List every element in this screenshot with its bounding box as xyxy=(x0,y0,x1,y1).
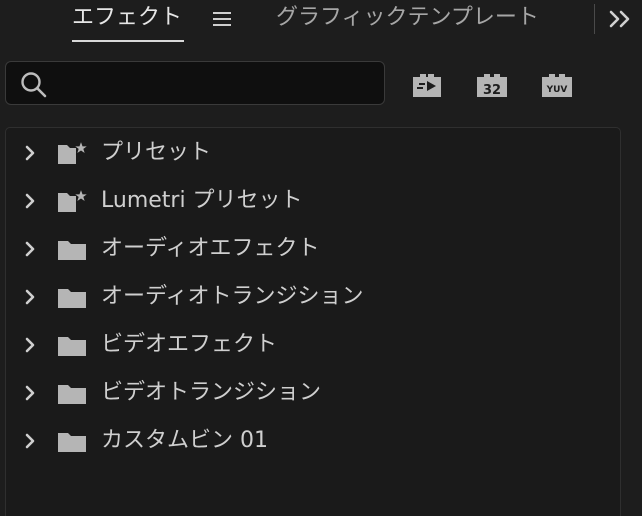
tab-separator xyxy=(594,4,595,34)
chevron-right-icon[interactable] xyxy=(22,337,38,353)
accelerated-effects-icon[interactable] xyxy=(410,70,444,100)
tree-item-label: ビデオエフェクト xyxy=(101,332,278,357)
chevron-right-icon[interactable] xyxy=(22,145,38,161)
tree-item-lumetri-presets[interactable]: Lumetri プリセット xyxy=(6,181,606,221)
tree-item-presets[interactable]: プリセット xyxy=(6,133,606,173)
chevron-right-icon[interactable] xyxy=(22,289,38,305)
folder-icon xyxy=(58,385,86,404)
chevron-right-icon[interactable] xyxy=(22,433,38,449)
double-chevron-right-icon[interactable] xyxy=(608,8,632,30)
32-bit-label: 32 xyxy=(483,83,501,98)
yuv-label: YUV xyxy=(546,85,568,95)
tree-item-audio-effects[interactable]: オーディオエフェクト xyxy=(6,229,606,269)
tree-item-custom-bin[interactable]: カスタムビン 01 xyxy=(6,421,606,461)
folder-icon xyxy=(58,289,86,308)
tab-graphics-label: グラフィックテンプレート xyxy=(276,5,539,30)
32-bit-filter-button[interactable]: 32 xyxy=(475,70,509,100)
search-box[interactable] xyxy=(5,61,385,105)
tab-graphics-templates[interactable]: グラフィックテンプレート xyxy=(276,0,539,40)
tree-item-label: Lumetri プリセット xyxy=(101,188,303,213)
folder-icon xyxy=(58,337,86,356)
search-icon xyxy=(21,72,47,98)
tab-effects[interactable]: エフェクト xyxy=(72,0,185,42)
tree-item-label: オーディオトランジション xyxy=(101,284,364,309)
preset-folder-icon xyxy=(58,141,88,164)
folder-icon xyxy=(58,433,86,452)
tree-item-video-transitions[interactable]: ビデオトランジション xyxy=(6,373,606,413)
chevron-right-icon[interactable] xyxy=(22,385,38,401)
yuv-icon: YUV xyxy=(542,74,572,97)
yuv-filter-button[interactable]: YUV xyxy=(540,70,574,100)
tree-item-label: カスタムビン 01 xyxy=(101,428,268,453)
panel-menu-icon[interactable] xyxy=(213,12,231,26)
tree-item-label: ビデオトランジション xyxy=(101,380,322,405)
chevron-right-icon[interactable] xyxy=(22,193,38,209)
tree-item-audio-transitions[interactable]: オーディオトランジション xyxy=(6,277,606,317)
tab-effects-label: エフェクト xyxy=(72,5,183,30)
effects-tree: プリセット Lumetri プリセット オーディオエフェクト オーディオトランジ… xyxy=(5,127,621,516)
32-bit-icon: 32 xyxy=(477,74,507,98)
folder-icon xyxy=(58,241,86,260)
search-input[interactable] xyxy=(58,68,380,100)
effects-panel: エフェクト グラフィックテンプレート 32 YUV プリセット Lumetri … xyxy=(0,0,642,516)
chevron-right-icon[interactable] xyxy=(22,241,38,257)
tab-bar: エフェクト グラフィックテンプレート xyxy=(0,0,642,44)
tree-item-label: オーディオエフェクト xyxy=(101,236,320,261)
tree-item-video-effects[interactable]: ビデオエフェクト xyxy=(6,325,606,365)
tree-item-label: プリセット xyxy=(101,140,212,165)
preset-folder-icon xyxy=(58,189,88,212)
